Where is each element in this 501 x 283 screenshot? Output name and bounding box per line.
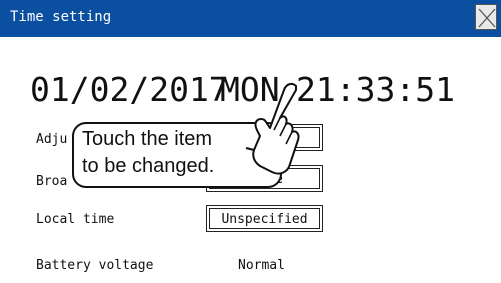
adjust-label: Adju bbox=[36, 132, 68, 147]
local-time-button[interactable]: Unspecified bbox=[206, 205, 323, 232]
callout-text: Touch the item to be changed. bbox=[82, 128, 215, 177]
window-title: Time setting bbox=[10, 9, 112, 25]
battery-voltage-value: Normal bbox=[238, 258, 285, 273]
title-bar: Time setting bbox=[0, 0, 501, 37]
close-icon bbox=[478, 8, 496, 28]
clock-time: 21:33:51 bbox=[296, 70, 455, 109]
battery-voltage-label: Battery voltage bbox=[36, 258, 154, 273]
close-button[interactable] bbox=[475, 4, 497, 30]
clock-date: 01/02/2017 bbox=[30, 70, 229, 109]
local-time-value: Unspecified bbox=[209, 208, 320, 229]
pointing-hand-icon bbox=[245, 82, 300, 175]
local-time-label: Local time bbox=[36, 212, 115, 227]
broadcast-label: Broa bbox=[36, 174, 68, 189]
